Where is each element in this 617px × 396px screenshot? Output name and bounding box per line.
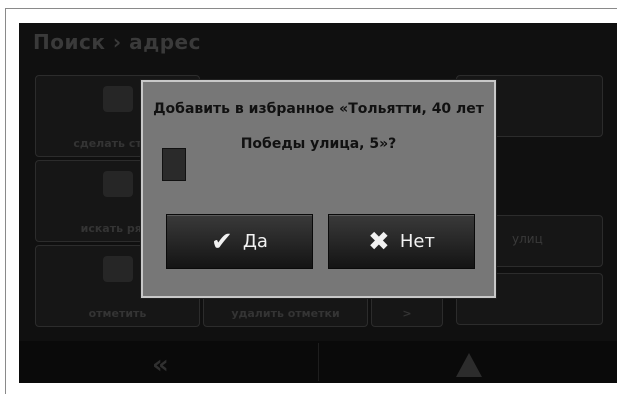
navigation-arrow-icon[interactable] [456, 353, 482, 377]
page-frame-top [5, 8, 617, 9]
flag-icon [102, 86, 133, 112]
search-icon [102, 171, 133, 197]
tile-label: > [402, 307, 412, 320]
page-frame-left [5, 8, 6, 394]
checkmark-icon: ✔ [211, 226, 233, 257]
confirm-dialog: Добавить в избранное «Тольятти, 40 лет П… [141, 80, 496, 298]
close-icon: ✖ [368, 226, 390, 257]
bottom-bar-divider [318, 343, 319, 381]
text-cursor [162, 148, 186, 181]
dialog-message: Добавить в избранное «Тольятти, 40 лет П… [153, 101, 484, 152]
yes-button-label: Да [242, 231, 268, 252]
tile-label: удалить отметки [231, 307, 340, 320]
page-title: Поиск › адрес [33, 30, 201, 54]
street-label: улиц [512, 232, 543, 246]
back-double-chevron-icon[interactable]: « [152, 350, 169, 380]
no-button[interactable]: ✖ Нет [328, 214, 475, 269]
checkmark-icon [102, 256, 133, 282]
no-button-label: Нет [399, 231, 435, 252]
yes-button[interactable]: ✔ Да [166, 214, 313, 269]
tile-label: отметить [88, 307, 147, 320]
